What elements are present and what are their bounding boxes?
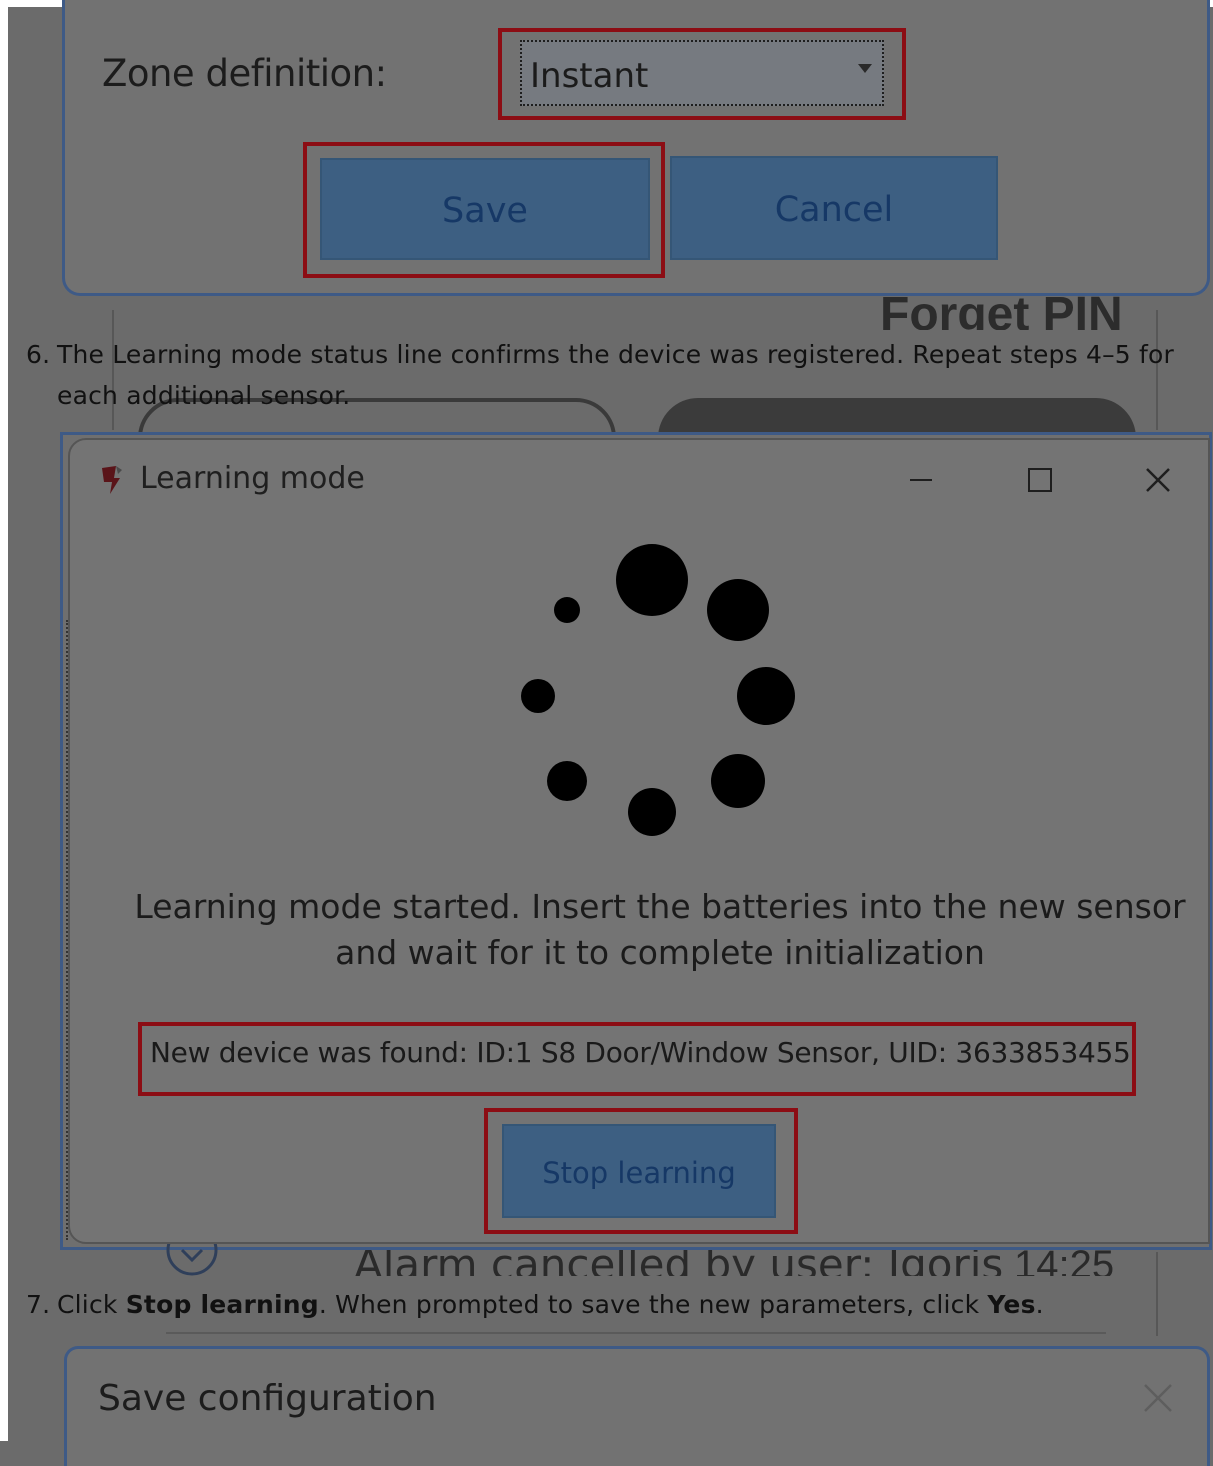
background-app-border	[1156, 1252, 1158, 1336]
step-emphasis-yes: Yes	[987, 1290, 1036, 1319]
learning-mode-title: Learning mode	[140, 461, 365, 496]
step-number: 7.	[26, 1290, 51, 1319]
page-edge-left	[0, 0, 8, 1441]
step-emphasis-stop-learning: Stop learning	[125, 1290, 319, 1319]
highlight-save-button	[303, 142, 665, 278]
highlight-device-status	[138, 1022, 1136, 1096]
close-icon[interactable]	[1136, 458, 1180, 502]
save-configuration-title: Save configuration	[98, 1378, 437, 1419]
background-alarm-event: Alarm cancelled by user: Igoris	[354, 1250, 1004, 1276]
loading-spinner-icon	[521, 544, 795, 836]
close-icon[interactable]	[1140, 1380, 1176, 1416]
forget-pin-label: Forget PIN	[880, 288, 1123, 330]
chevron-down-circle-icon	[166, 1244, 218, 1276]
step-text-part: .	[1035, 1290, 1044, 1319]
cancel-button[interactable]: Cancel	[670, 156, 998, 260]
step-text: Click Stop learning. When prompted to sa…	[57, 1284, 1213, 1325]
step-text-part: . When prompted to save the new paramete…	[318, 1290, 988, 1319]
learning-mode-message: Learning mode started. Insert the batter…	[120, 884, 1200, 976]
window-edge	[66, 620, 68, 1240]
step-text-part: Click	[57, 1290, 126, 1319]
highlight-zone-select	[498, 28, 906, 120]
highlight-stop-learning	[484, 1108, 798, 1234]
background-divider	[166, 1332, 1106, 1334]
step-text: The Learning mode status line confirms t…	[57, 340, 1175, 410]
learning-mode-message-line: and wait for it to complete initializati…	[335, 933, 985, 972]
step-number: 6.	[26, 340, 51, 369]
app-icon	[102, 466, 122, 494]
zone-definition-label: Zone definition:	[102, 52, 387, 95]
minimize-icon[interactable]	[902, 460, 942, 500]
background-alarm-time: 14:25	[1014, 1250, 1115, 1276]
maximize-icon[interactable]	[1018, 458, 1062, 502]
learning-mode-message-line: Learning mode started. Insert the batter…	[134, 887, 1186, 926]
